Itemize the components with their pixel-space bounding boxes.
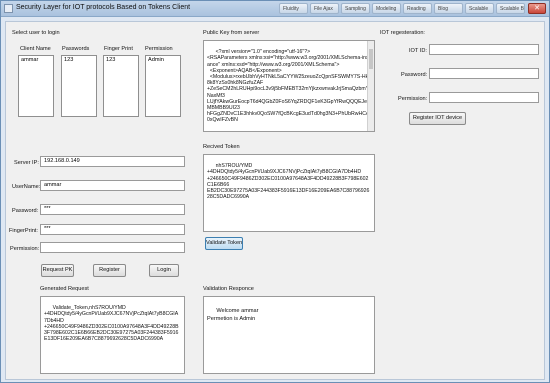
register-iot-device-button[interactable]: Register IOT device [409,112,466,125]
client-area: Select user to login Client Name Passwor… [5,21,545,380]
permission-input[interactable] [40,242,185,253]
public-key-scrollbar[interactable] [367,41,374,131]
public-key-text: <?xml version="1.0" encoding="utf-16"?> … [207,49,371,124]
window-title: Security Layer for IOT protocols Based o… [16,4,191,11]
task-tab[interactable]: Fluidity [279,3,308,14]
column-permission: Permission [145,46,173,52]
task-tab[interactable]: Scalable Bg [496,3,525,14]
column-client-name: Client Name [20,46,51,52]
permission-list[interactable]: Admin [145,55,181,117]
request-pk-button[interactable]: Request PK [41,264,74,277]
received-token-label: Recived Token [203,144,240,150]
iot-id-label: IOT ID: [409,48,427,54]
iot-password-input[interactable] [429,68,539,79]
task-tab[interactable]: Scalable [465,3,494,14]
list-item[interactable]: Admin [148,57,164,63]
list-item[interactable]: 123 [64,57,73,63]
iot-permission-input[interactable] [429,92,539,103]
scrollbar-thumb[interactable] [369,49,373,69]
iot-permission-label: Permission: [398,96,428,102]
validation-response-text: Welcome ammar Permetion is Admin [207,308,259,322]
title-bar: Security Layer for IOT protocols Based o… [1,1,549,17]
permission-label: Permission: [10,246,40,252]
app-icon [4,4,13,13]
generated-request-textbox[interactable]: Validate_Token,nhS7ROU/YMD +4DHDQtdy5/4y… [40,296,185,374]
list-item[interactable]: ammar [21,57,38,63]
generated-request-text: Validate_Token,nhS7ROU/YMD +4DHDQtdy5/4y… [44,305,179,343]
task-tab[interactable]: Sampling [341,3,370,14]
iot-id-input[interactable] [429,44,539,55]
taskbar-strip: Fluidity File Ajax Sampling Modeling Rea… [279,3,525,14]
fingerprint-label: FingerPrint: [9,228,38,234]
username-label: UserName: [12,184,41,190]
fingerprint-input[interactable]: *** [40,224,185,235]
validate-token-button[interactable]: Validate Token [205,237,243,250]
task-tab[interactable]: File Ajax [310,3,339,14]
list-item[interactable]: 123 [106,57,115,63]
task-tab[interactable]: Blog [434,3,463,14]
column-finger-print: Finger Print [104,46,133,52]
passwords-list[interactable]: 123 [61,55,97,117]
received-token-text: nhS7ROU/YMD +4DHDQtdy5/4yGcnPi/Uab9XJC67… [207,163,370,201]
login-button[interactable]: Login [149,264,179,277]
public-key-textbox[interactable]: <?xml version="1.0" encoding="utf-16"?> … [203,40,375,132]
password-label: Password: [12,208,39,214]
validation-response-label: Validation Responce [203,286,254,292]
generated-request-label: Generated Request [40,286,89,292]
validation-response-textbox[interactable]: Welcome ammar Permetion is Admin [203,296,375,374]
server-ip-label: Server IP: [14,160,39,166]
client-window: Security Layer for IOT protocols Based o… [0,0,550,383]
finger-print-list[interactable]: 123 [103,55,139,117]
task-tab[interactable]: Modeling [372,3,401,14]
iot-registration-heading: IOT regesteration: [380,30,425,36]
register-button[interactable]: Register [93,264,126,277]
public-key-label: Public Key from server [203,30,260,36]
client-name-list[interactable]: ammar [18,55,54,117]
username-input[interactable]: ammar [40,180,185,191]
iot-password-label: Password: [401,72,428,78]
task-tab[interactable]: Reading [403,3,432,14]
close-button[interactable]: ✕ [528,3,546,14]
received-token-textbox[interactable]: nhS7ROU/YMD +4DHDQtdy5/4yGcnPi/Uab9XJC67… [203,154,375,232]
select-user-heading: Select user to login [12,30,60,36]
password-input[interactable]: *** [40,204,185,215]
server-ip-input[interactable]: 192.168.0.149 [40,156,185,167]
column-passwords: Passwords [62,46,90,52]
